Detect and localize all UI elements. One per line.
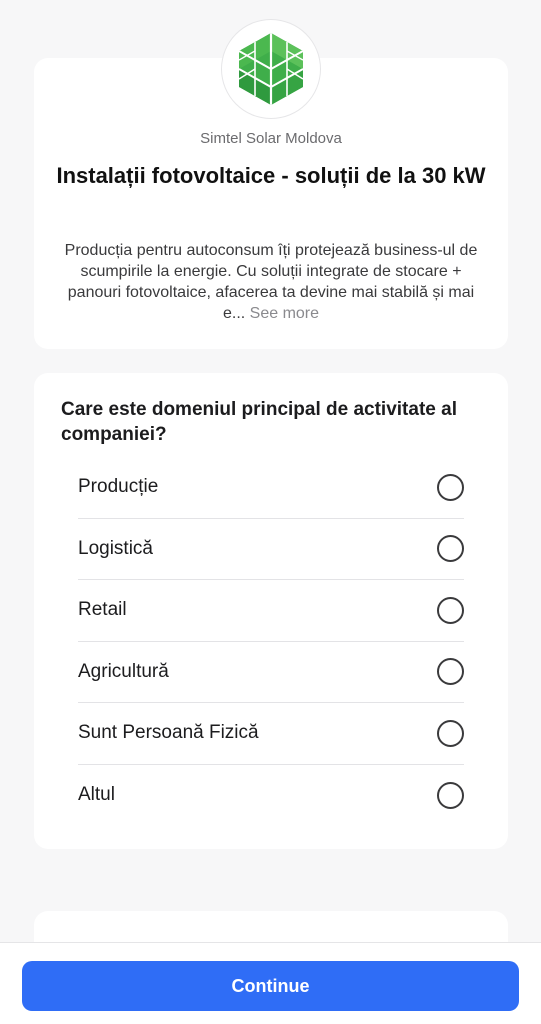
bottom-action-bar: Continue [0,942,541,1024]
continue-button[interactable]: Continue [22,961,519,1011]
question-card: Care este domeniul principal de activita… [34,373,508,849]
question-text: Care este domeniul principal de activita… [61,399,457,445]
option-label: Logistică [78,537,153,559]
option-label: Sunt Persoană Fizică [78,722,259,744]
option-altul[interactable]: Altul [78,765,464,827]
option-label: Producție [78,476,159,498]
option-label: Agricultură [78,660,169,682]
option-label: Altul [78,784,115,806]
option-logistica[interactable]: Logistică [78,519,464,580]
radio-button[interactable] [437,535,464,563]
radio-button[interactable] [437,781,464,809]
brand-name: Simtel Solar Moldova [200,130,342,147]
page-title: Instalații fotovoltaice - soluții de la … [56,163,486,188]
ad-description: Producția pentru autoconsum îți protejea… [60,240,482,324]
brand-logo [222,20,320,118]
option-agricultura[interactable]: Agricultură [78,642,464,703]
radio-button[interactable] [437,658,464,686]
option-productie[interactable]: Producție [78,457,464,519]
option-retail[interactable]: Retail [78,580,464,642]
options-list: Producție Logistică Retail Agricultură S… [78,457,464,826]
radio-button[interactable] [437,473,464,501]
leaf-logo-icon [239,33,303,105]
option-label: Retail [78,599,127,621]
option-persoana-fizica[interactable]: Sunt Persoană Fizică [78,703,464,765]
lead-form-page: Simtel Solar Moldova Instalații fotovolt… [0,0,541,1024]
radio-button[interactable] [437,719,464,747]
see-more-link[interactable]: See more [250,305,319,322]
radio-button[interactable] [437,596,464,624]
